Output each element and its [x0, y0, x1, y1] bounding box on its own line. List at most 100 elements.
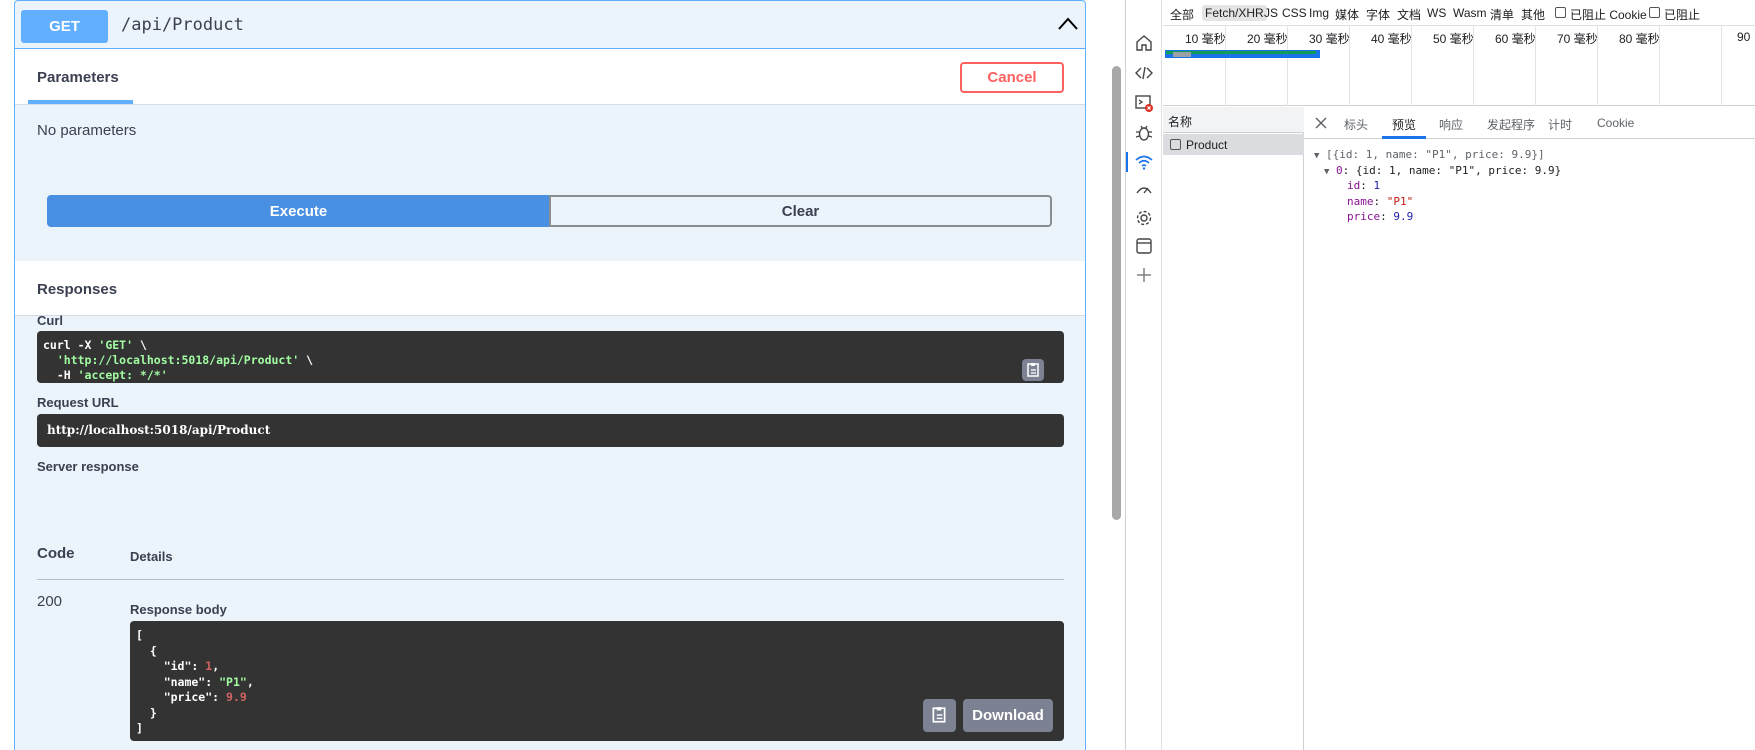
- filter-other[interactable]: 其他: [1521, 6, 1545, 23]
- bug-icon[interactable]: [1134, 123, 1154, 143]
- performance-gauge-icon[interactable]: [1134, 180, 1154, 200]
- network-timeline-overview[interactable]: 10 毫秒 20 毫秒 30 毫秒 40 毫秒 50 毫秒 60 毫秒 70 毫…: [1163, 26, 1755, 106]
- timeline-tick-label: 30 毫秒: [1309, 32, 1350, 46]
- timeline-tick-label: 20 毫秒: [1247, 32, 1288, 46]
- filter-all[interactable]: 全部: [1170, 6, 1194, 23]
- request-list: 名称 Product: [1163, 107, 1304, 750]
- active-tool-indicator: [1126, 152, 1128, 172]
- json-id-value: 1: [205, 659, 213, 673]
- filter-blocked-cookies[interactable]: 已阻止 Cookie: [1570, 6, 1647, 23]
- tab-cookie[interactable]: Cookie: [1597, 116, 1634, 130]
- curl-code-block[interactable]: curl -X 'GET' \ 'http://localhost:5018/a…: [37, 331, 1064, 383]
- preview-name-value: "P1": [1386, 194, 1414, 208]
- filter-media[interactable]: 媒体: [1335, 6, 1359, 23]
- home-icon[interactable]: [1134, 33, 1154, 53]
- curl-cmd: curl -X: [43, 338, 99, 352]
- tab-timing[interactable]: 计时: [1548, 116, 1572, 133]
- filter-js[interactable]: JS: [1264, 6, 1278, 20]
- tab-initiator[interactable]: 发起程序: [1487, 116, 1535, 133]
- curl-flag: -H: [43, 368, 78, 382]
- filter-fetch-xhr[interactable]: Fetch/XHR: [1202, 5, 1267, 21]
- curl-method: 'GET': [98, 338, 134, 352]
- timeline-tick-label: 60 毫秒: [1495, 32, 1536, 46]
- no-parameters-text: No parameters: [37, 122, 137, 139]
- chevron-up-icon[interactable]: [1057, 15, 1079, 31]
- console-icon[interactable]: [1134, 93, 1154, 113]
- active-tab-indicator: [1382, 136, 1426, 139]
- request-detail-pane: 标头 预览 响应 发起程序 计时 Cookie ▼ [{id: 1, name:…: [1304, 107, 1755, 750]
- request-url-value[interactable]: http://localhost:5018/api/Product: [37, 414, 1064, 447]
- filter-wasm[interactable]: Wasm: [1453, 6, 1487, 20]
- timeline-tick-label: 40 毫秒: [1371, 32, 1412, 46]
- filter-blocked-requests[interactable]: 已阻止: [1664, 6, 1700, 23]
- parameters-tab-indicator: [28, 100, 133, 104]
- parameters-tab[interactable]: Parameters: [37, 69, 119, 86]
- cancel-button[interactable]: Cancel: [960, 62, 1064, 93]
- curl-header: 'accept: */*': [77, 368, 168, 382]
- clear-button[interactable]: Clear: [549, 195, 1052, 227]
- filter-ws[interactable]: WS: [1427, 6, 1446, 20]
- copy-curl-icon[interactable]: [1022, 359, 1044, 381]
- filter-font[interactable]: 字体: [1366, 6, 1390, 23]
- settings-gear-icon[interactable]: [1134, 208, 1154, 228]
- filter-css[interactable]: CSS: [1282, 6, 1307, 20]
- curl-label: Curl: [37, 313, 63, 328]
- details-column-header: Details: [130, 549, 173, 564]
- json-price-row: price: 9.9: [1347, 210, 1414, 223]
- operation-path: /api/Product: [121, 15, 244, 35]
- operation-summary[interactable]: GET /api/Product: [15, 1, 1085, 49]
- tab-response[interactable]: 响应: [1439, 116, 1463, 133]
- timeline-request-bar-queue: [1173, 52, 1191, 57]
- timeline-tick-label: 90: [1737, 30, 1751, 44]
- json-name-value: "P1": [219, 674, 247, 689]
- json-open-bracket: [: [136, 628, 143, 642]
- application-window-icon[interactable]: [1134, 236, 1154, 256]
- preview-name-key: name: [1347, 194, 1374, 208]
- elements-code-icon[interactable]: [1134, 63, 1154, 83]
- parameters-header: Parameters Cancel: [15, 49, 1085, 105]
- request-row-checkbox: [1170, 139, 1181, 150]
- screen: GET /api/Product Parameters Cancel No pa…: [0, 0, 1755, 750]
- network-wifi-icon[interactable]: [1134, 152, 1154, 172]
- preview-id-value: 1: [1373, 179, 1381, 192]
- json-item-index: 0: [1336, 163, 1343, 177]
- json-id-row: id: 1: [1347, 179, 1381, 192]
- devtools-panel: 全部 Fetch/XHR JS CSS Img 媒体 字体 文档 WS Wasm…: [1125, 0, 1755, 750]
- filter-img[interactable]: Img: [1309, 6, 1329, 20]
- http-method-badge: GET: [21, 10, 108, 43]
- blocked-cookies-checkbox[interactable]: [1555, 7, 1566, 18]
- execute-button[interactable]: Execute: [47, 195, 550, 227]
- timeline-tick-label: 50 毫秒: [1433, 32, 1474, 46]
- json-item-summary: {id: 1, name: "P1", price: 9.9}: [1355, 163, 1562, 177]
- blocked-requests-checkbox[interactable]: [1649, 7, 1660, 18]
- json-name-key: "name": [136, 674, 206, 689]
- expand-triangle-icon[interactable]: ▼: [1314, 151, 1319, 161]
- operation-block-get: GET /api/Product Parameters Cancel No pa…: [14, 0, 1086, 750]
- expand-triangle-icon[interactable]: ▼: [1324, 167, 1329, 177]
- name-column-header[interactable]: 名称: [1163, 107, 1304, 133]
- timeline-tick-label: 10 毫秒: [1185, 32, 1226, 46]
- json-price-value: 9.9: [226, 690, 247, 704]
- json-price-key: "price": [136, 690, 213, 704]
- close-icon[interactable]: [1315, 117, 1327, 129]
- request-detail-tabs: 标头 预览 响应 发起程序 计时 Cookie: [1304, 107, 1755, 139]
- responses-title: Responses: [37, 281, 118, 298]
- responses-header: Responses: [15, 261, 1085, 316]
- response-body-label: Response body: [130, 602, 227, 617]
- add-tool-plus-icon[interactable]: [1134, 265, 1154, 285]
- json-name-row: name: "P1": [1347, 194, 1414, 208]
- filter-doc[interactable]: 文档: [1397, 6, 1421, 23]
- tab-preview[interactable]: 预览: [1392, 116, 1416, 133]
- tab-headers[interactable]: 标头: [1344, 116, 1368, 133]
- download-button[interactable]: Download: [963, 699, 1053, 732]
- page-scrollbar-thumb[interactable]: [1112, 66, 1121, 520]
- swagger-panel: GET /api/Product Parameters Cancel No pa…: [0, 0, 1110, 750]
- request-name: Product: [1186, 138, 1228, 152]
- request-url-label: Request URL: [37, 395, 119, 410]
- copy-response-icon[interactable]: [923, 699, 956, 732]
- network-filter-bar: 全部 Fetch/XHR JS CSS Img 媒体 字体 文档 WS Wasm…: [1163, 0, 1755, 26]
- curl-url: 'http://localhost:5018/api/Product': [56, 353, 300, 367]
- request-row-product[interactable]: Product: [1163, 134, 1304, 155]
- filter-manifest[interactable]: 清单: [1490, 6, 1514, 23]
- name-column-title: 名称: [1168, 115, 1193, 129]
